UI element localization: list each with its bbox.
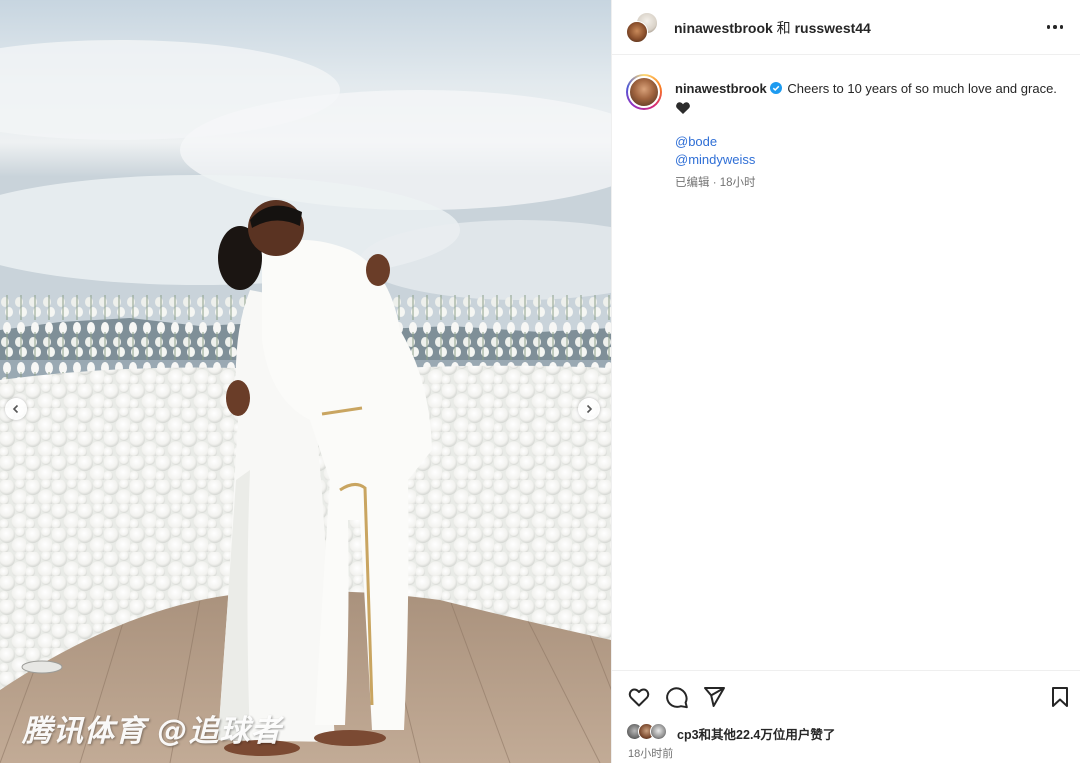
previous-image-button[interactable] (5, 398, 27, 420)
caption-body: Cheers to 10 years of so much love and g… (787, 81, 1057, 96)
caption-meta: 已编辑 · 18小时 (675, 177, 756, 189)
caption-username[interactable]: ninawestbrook (675, 81, 767, 96)
next-image-button[interactable] (578, 398, 600, 420)
wedding-photo (0, 0, 611, 763)
black-heart-icon (676, 102, 690, 114)
post-header: ninawestbrook 和 russwest44 (612, 0, 1080, 55)
save-button[interactable] (1048, 685, 1072, 709)
comment-icon (666, 687, 688, 709)
like-button[interactable] (627, 685, 651, 709)
chevron-right-icon (586, 404, 593, 414)
caption-text: ninawestbrook Cheers to 10 years of so m… (675, 80, 1065, 116)
share-icon (704, 687, 725, 707)
author-joiner: 和 (772, 20, 795, 36)
avatar (626, 21, 648, 43)
avatar (650, 723, 667, 740)
watermark: 腾讯体育 @追球者 (22, 714, 282, 749)
verified-badge-icon (769, 82, 782, 94)
post-timestamp[interactable]: 18小时前 (628, 745, 673, 761)
post-details-panel: ninawestbrook 和 russwest44 ninawestbrook… (611, 0, 1080, 763)
more-options-icon[interactable] (1043, 16, 1067, 38)
mention-link[interactable]: @bode (675, 134, 717, 149)
post-authors: ninawestbrook 和 russwest44 (674, 18, 871, 38)
save-bookmark-icon (1052, 687, 1068, 707)
avatar[interactable] (626, 74, 662, 110)
mention-link[interactable]: @mindyweiss (675, 152, 755, 167)
share-button[interactable] (702, 685, 726, 709)
like-heart-icon (628, 688, 650, 707)
likes-count[interactable]: cp3和其他22.4万位用户赞了 (677, 724, 835, 743)
comment-button[interactable] (665, 685, 689, 709)
collab-avatars[interactable] (626, 12, 658, 44)
author-link[interactable]: russwest44 (795, 20, 871, 36)
chevron-left-icon (12, 404, 19, 414)
author-link[interactable]: ninawestbrook (674, 20, 773, 36)
divider (612, 670, 1080, 671)
post-image[interactable]: 腾讯体育 @追球者 (0, 0, 611, 763)
